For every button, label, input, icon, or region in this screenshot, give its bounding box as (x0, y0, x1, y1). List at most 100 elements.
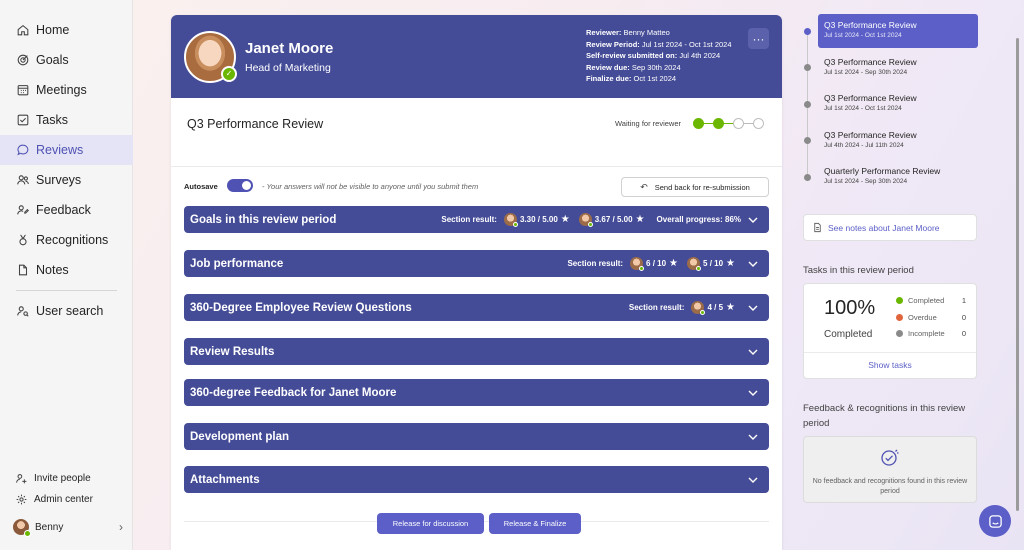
sidebar-item-surveys[interactable]: Surveys (0, 165, 133, 195)
timeline-review-item[interactable]: Q3 Performance Review Jul 1st 2024 - Oct… (818, 87, 978, 121)
tasks-heading: Tasks in this review period (803, 265, 914, 276)
more-options-button[interactable]: ··· (748, 28, 769, 49)
chat-support-button[interactable] (979, 505, 1011, 537)
release-for-discussion-button[interactable]: Release for discussion (377, 513, 484, 534)
document-icon (16, 263, 30, 277)
sidebar-item-goals[interactable]: Goals (0, 45, 133, 75)
timeline-review-name: Q3 Performance Review (824, 57, 917, 67)
chat-bubble-icon (16, 143, 30, 157)
star-icon: ★ (669, 258, 679, 269)
star-icon: ★ (635, 214, 645, 225)
section-goals[interactable]: Goals in this review period Section resu… (184, 206, 769, 233)
release-finalize-button[interactable]: Release & Finalize (489, 513, 581, 534)
section-attachments[interactable]: Attachments (184, 466, 769, 493)
stepper-connector (743, 123, 753, 124)
sidebar-item-notes[interactable]: Notes (0, 255, 133, 285)
send-back-button[interactable]: ↶ Send back for re-submission (621, 177, 769, 197)
home-icon (16, 23, 30, 37)
sidebar-item-label: Meetings (36, 83, 87, 97)
stepper-step (733, 118, 744, 129)
timeline-review-item[interactable]: Q3 Performance Review Jul 4th 2024 - Jul… (818, 124, 978, 158)
autosave-toggle[interactable] (227, 179, 253, 192)
section-score: 3.67 / 5.00 (594, 215, 633, 224)
section-title: Goals in this review period (190, 213, 337, 226)
chevron-down-icon (747, 431, 769, 443)
stepper-step (713, 118, 724, 129)
checkbox-icon (16, 113, 30, 127)
chevron-down-icon (747, 302, 759, 314)
legend-value: 0 (961, 312, 966, 322)
employee-header: ✓ Janet Moore Head of Marketing Reviewer… (171, 15, 782, 98)
sidebar-item-feedback[interactable]: Feedback (0, 195, 133, 225)
sidebar-item-home[interactable]: Home (0, 15, 133, 45)
person-feedback-icon (16, 203, 30, 217)
review-meta: Reviewer: Benny Matteo Review Period: Ju… (586, 27, 732, 85)
undo-icon: ↶ (640, 181, 648, 192)
section-review-results[interactable]: Review Results (184, 338, 769, 365)
target-icon (16, 53, 30, 67)
sidebar-item-label: Tasks (36, 113, 68, 127)
scrollbar[interactable] (1016, 38, 1019, 511)
section-360-feedback[interactable]: 360-degree Feedback for Janet Moore (184, 379, 769, 406)
timeline-review-item[interactable]: Quarterly Performance Review Jul 1st 202… (818, 160, 978, 194)
invite-people-label: Invite people (34, 472, 91, 484)
section-result-label: Section result: (441, 215, 497, 224)
sidebar: Home Goals Meetings Tasks Reviews Survey… (0, 0, 133, 550)
employee-name: Janet Moore (245, 40, 334, 57)
admin-center-label: Admin center (34, 493, 93, 505)
sidebar-item-reviews[interactable]: Reviews (0, 135, 133, 165)
timeline-review-item[interactable]: Q3 Performance Review Jul 1st 2024 - Sep… (818, 51, 978, 85)
tasks-percent: 100% (824, 297, 876, 319)
meta-label: Finalize due: (586, 74, 632, 83)
sidebar-item-meetings[interactable]: Meetings (0, 75, 133, 105)
meta-value: Oct 1st 2024 (633, 74, 677, 83)
timeline-review-dates: Jul 1st 2024 - Oct 1st 2024 (824, 105, 902, 112)
timeline-review-name: Q3 Performance Review (824, 130, 917, 140)
timeline-review-name: Quarterly Performance Review (824, 166, 941, 176)
star-icon: ★ (726, 302, 735, 313)
show-tasks-link[interactable]: Show tasks (804, 360, 976, 370)
sidebar-item-label: User search (36, 304, 104, 318)
section-360-questions[interactable]: 360-Degree Employee Review Questions Sec… (184, 294, 769, 321)
section-title: 360-Degree Employee Review Questions (190, 301, 412, 314)
sidebar-item-label: Surveys (36, 173, 82, 187)
section-result-label: Section result: (567, 259, 624, 268)
presence-indicator (639, 266, 645, 271)
calendar-icon (16, 83, 30, 97)
legend-label: Incomplete (908, 328, 945, 338)
invite-people-link[interactable]: Invite people (0, 468, 133, 488)
chevron-down-icon (747, 214, 759, 226)
sidebar-item-user-search[interactable]: User search (0, 296, 133, 326)
section-score: 3.30 / 5.00 (519, 215, 558, 224)
chat-icon (988, 514, 1002, 528)
sidebar-item-tasks[interactable]: Tasks (0, 105, 133, 135)
timeline-review-dates: Jul 1st 2024 - Oct 1st 2024 (824, 32, 902, 39)
divider (804, 352, 976, 353)
admin-center-link[interactable]: Admin center (0, 489, 133, 509)
meta-value: Jul 4th 2024 (679, 51, 721, 60)
timeline-review-dates: Jul 4th 2024 - Jul 11th 2024 (824, 142, 904, 149)
see-notes-button[interactable]: See notes about Janet Moore (803, 214, 977, 241)
status-dot (896, 296, 903, 304)
sidebar-item-label: Home (36, 23, 70, 37)
stepper-step (693, 118, 704, 129)
timeline-review-item[interactable]: Q3 Performance Review Jul 1st 2024 - Oct… (818, 14, 978, 48)
send-back-label: Send back for re-submission (654, 182, 750, 192)
sidebar-item-recognitions[interactable]: Recognitions (0, 225, 133, 255)
document-icon (812, 222, 823, 233)
sidebar-item-label: Notes (36, 263, 69, 277)
meta-value: Benny Matteo (623, 28, 670, 37)
review-progress-stepper (693, 118, 768, 130)
current-user-menu[interactable]: Benny › (13, 517, 123, 537)
review-title: Q3 Performance Review (187, 117, 324, 131)
timeline-review-name: Q3 Performance Review (824, 93, 917, 103)
sidebar-item-label: Feedback (36, 203, 91, 217)
section-job-performance[interactable]: Job performance Section result: 6 / 10 ★… (184, 250, 769, 277)
check-circle-icon (881, 449, 899, 466)
section-development-plan[interactable]: Development plan (184, 423, 769, 450)
legend-incomplete: Incomplete 0 (896, 327, 974, 339)
meta-label: Reviewer: (586, 28, 622, 37)
meta-label: Review Period: (586, 39, 640, 49)
presence-indicator (700, 310, 706, 315)
avatar (687, 257, 702, 271)
